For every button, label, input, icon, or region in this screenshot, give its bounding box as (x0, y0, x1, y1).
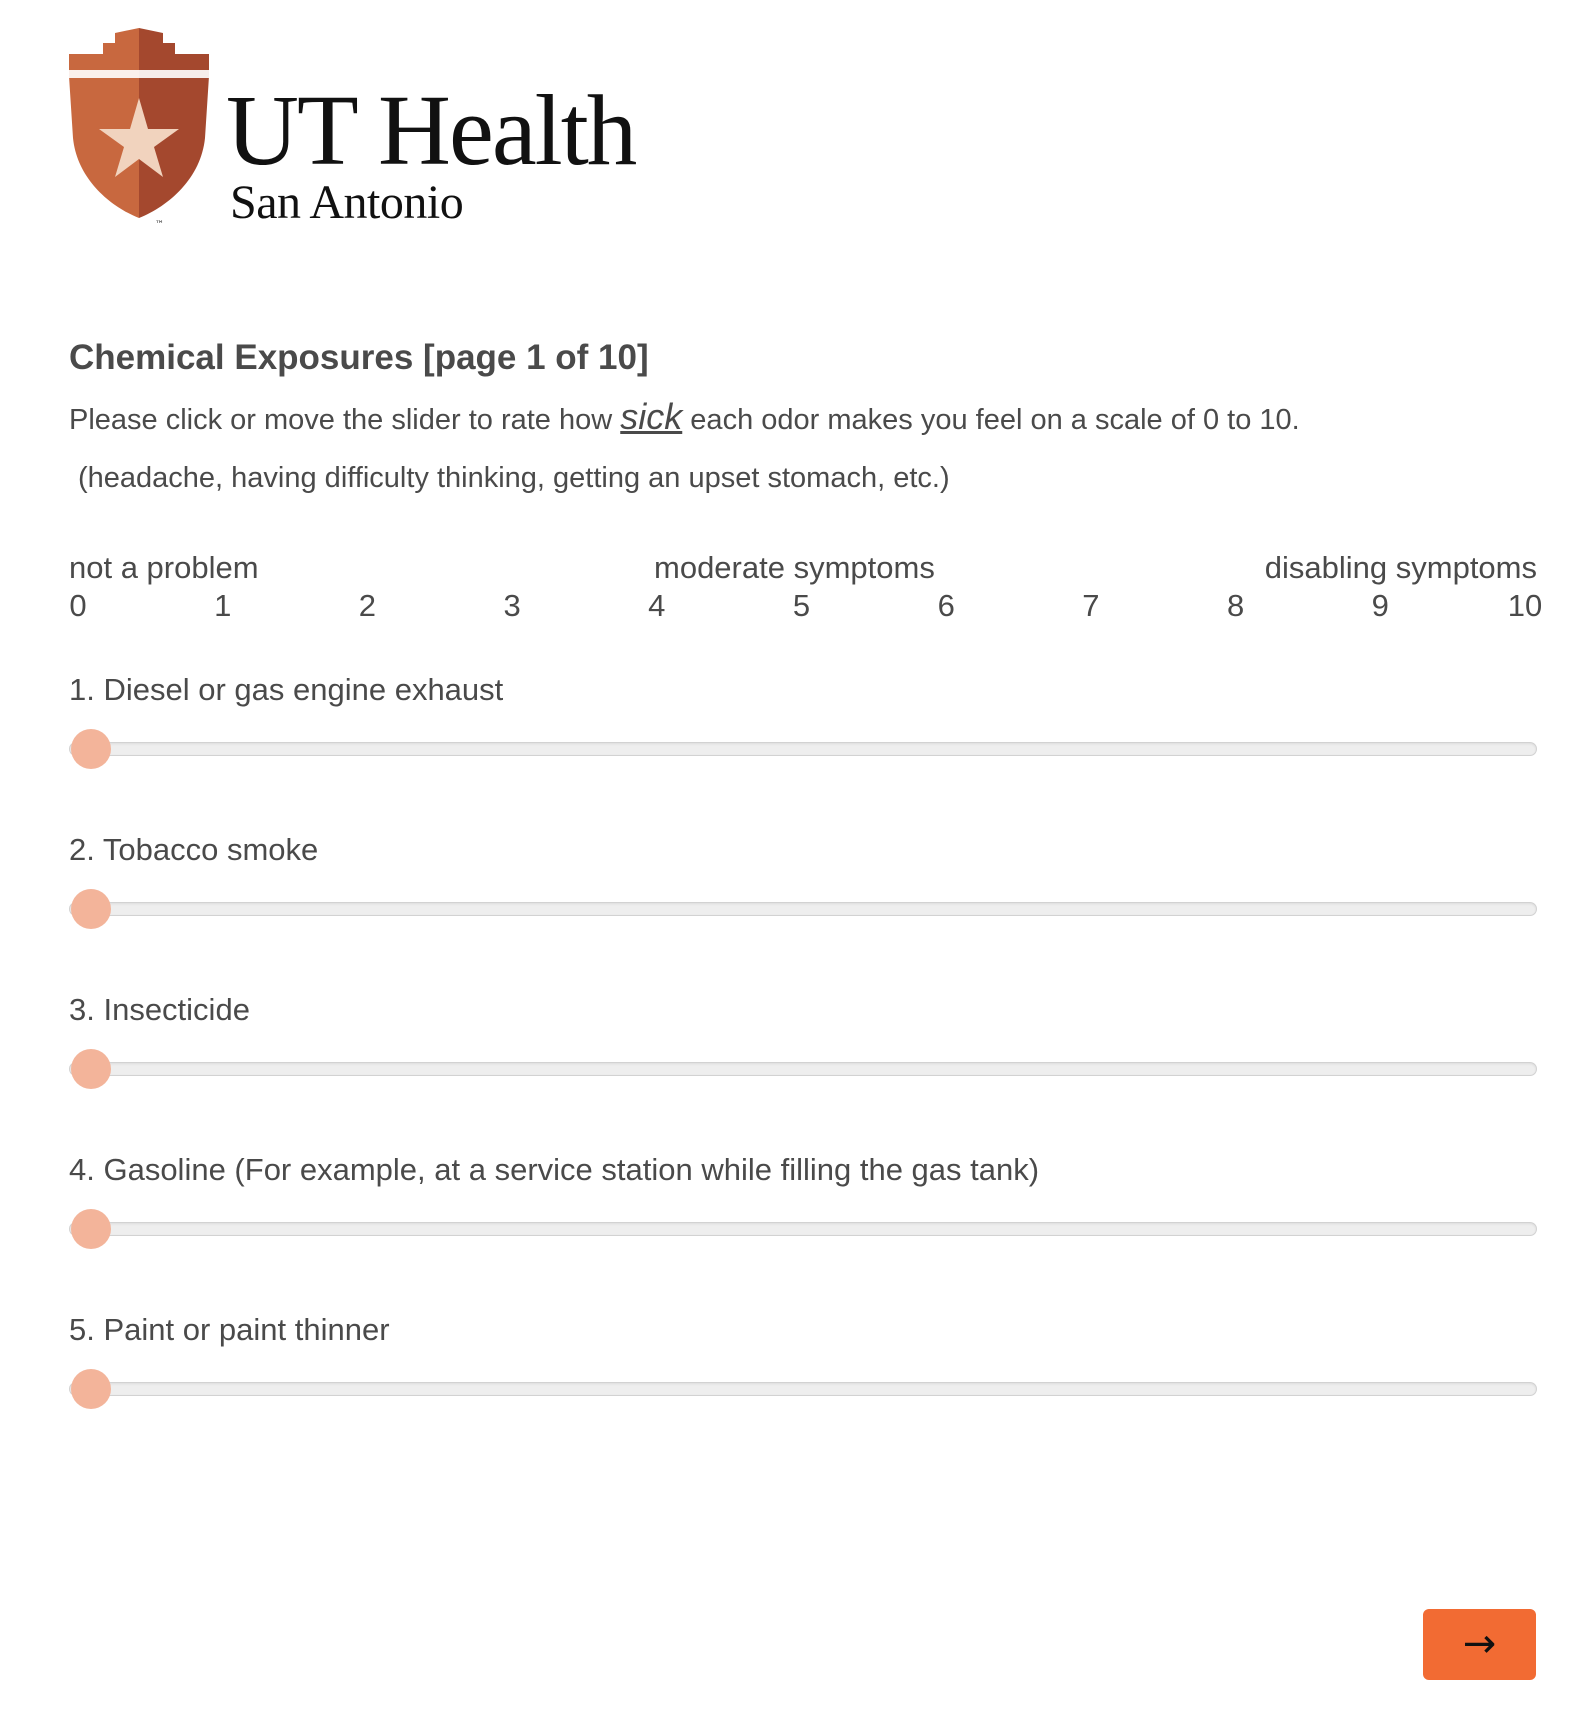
scale-label-low: not a problem (69, 550, 259, 585)
next-button[interactable]: → (1423, 1609, 1536, 1680)
slider-thumb[interactable] (71, 889, 111, 929)
slider-track[interactable] (69, 742, 1537, 756)
slider-track[interactable] (69, 1222, 1537, 1236)
slider-thumb[interactable] (71, 729, 111, 769)
scale-tick: 6 (937, 588, 955, 623)
scale-label-high: disabling symptoms (1264, 550, 1537, 585)
slider-track[interactable] (69, 902, 1537, 916)
slider-track[interactable] (69, 1382, 1537, 1396)
logo-wordmark: UT Health (226, 74, 637, 186)
scale-tick: 2 (358, 588, 377, 623)
instruction-before: Please click or move the slider to rate … (69, 404, 621, 436)
question-label: 2. Tobacco smoke (69, 832, 319, 867)
question-label: 5. Paint or paint thinner (69, 1312, 390, 1347)
page-title: Chemical Exposures [page 1 of 10] (69, 338, 649, 377)
survey-page: ™ UT Health San Antonio Chemical Exposur… (69, 0, 1542, 1710)
scale-tick: 0 (69, 588, 87, 623)
scale-ticks: 0 1 2 3 4 5 6 7 8 9 10 (69, 588, 1542, 628)
slider-thumb[interactable] (71, 1369, 111, 1409)
scale-tick: 8 (1226, 588, 1245, 623)
question-item: 1. Diesel or gas engine exhaust (69, 672, 1537, 822)
instruction-emphasis: sick (620, 396, 683, 437)
shield-icon: ™ (69, 28, 209, 228)
scale-tick: 10 (1507, 588, 1543, 623)
scale-tick: 4 (648, 588, 666, 623)
scale-label-mid: moderate symptoms (654, 550, 935, 585)
question-label: 3. Insecticide (69, 992, 250, 1027)
slider-thumb[interactable] (71, 1049, 111, 1089)
ut-health-logo: ™ UT Health San Antonio (69, 28, 689, 238)
question-item: 5. Paint or paint thinner (69, 1312, 1537, 1462)
question-item: 4. Gasoline (For example, at a service s… (69, 1152, 1537, 1302)
question-label: 1. Diesel or gas engine exhaust (69, 672, 504, 707)
question-label: 4. Gasoline (For example, at a service s… (69, 1152, 1040, 1187)
instruction-after: each odor makes you feel on a scale of 0… (682, 404, 1300, 436)
scale-tick: 7 (1082, 588, 1100, 623)
logo-subtitle: San Antonio (230, 176, 464, 229)
scale-tick: 9 (1371, 588, 1389, 623)
scale-tick: 1 (214, 588, 232, 623)
instruction-examples: (headache, having difficulty thinking, g… (78, 462, 950, 494)
scale-labels: not a problem moderate symptoms disablin… (69, 550, 1537, 590)
question-item: 3. Insecticide (69, 992, 1537, 1142)
scale-tick: 5 (792, 588, 811, 623)
slider-track[interactable] (69, 1062, 1537, 1076)
slider-thumb[interactable] (71, 1209, 111, 1249)
question-item: 2. Tobacco smoke (69, 832, 1537, 982)
svg-text:™: ™ (155, 220, 164, 228)
scale-tick: 3 (503, 588, 521, 623)
instruction-text: Please click or move the slider to rate … (69, 396, 1300, 438)
